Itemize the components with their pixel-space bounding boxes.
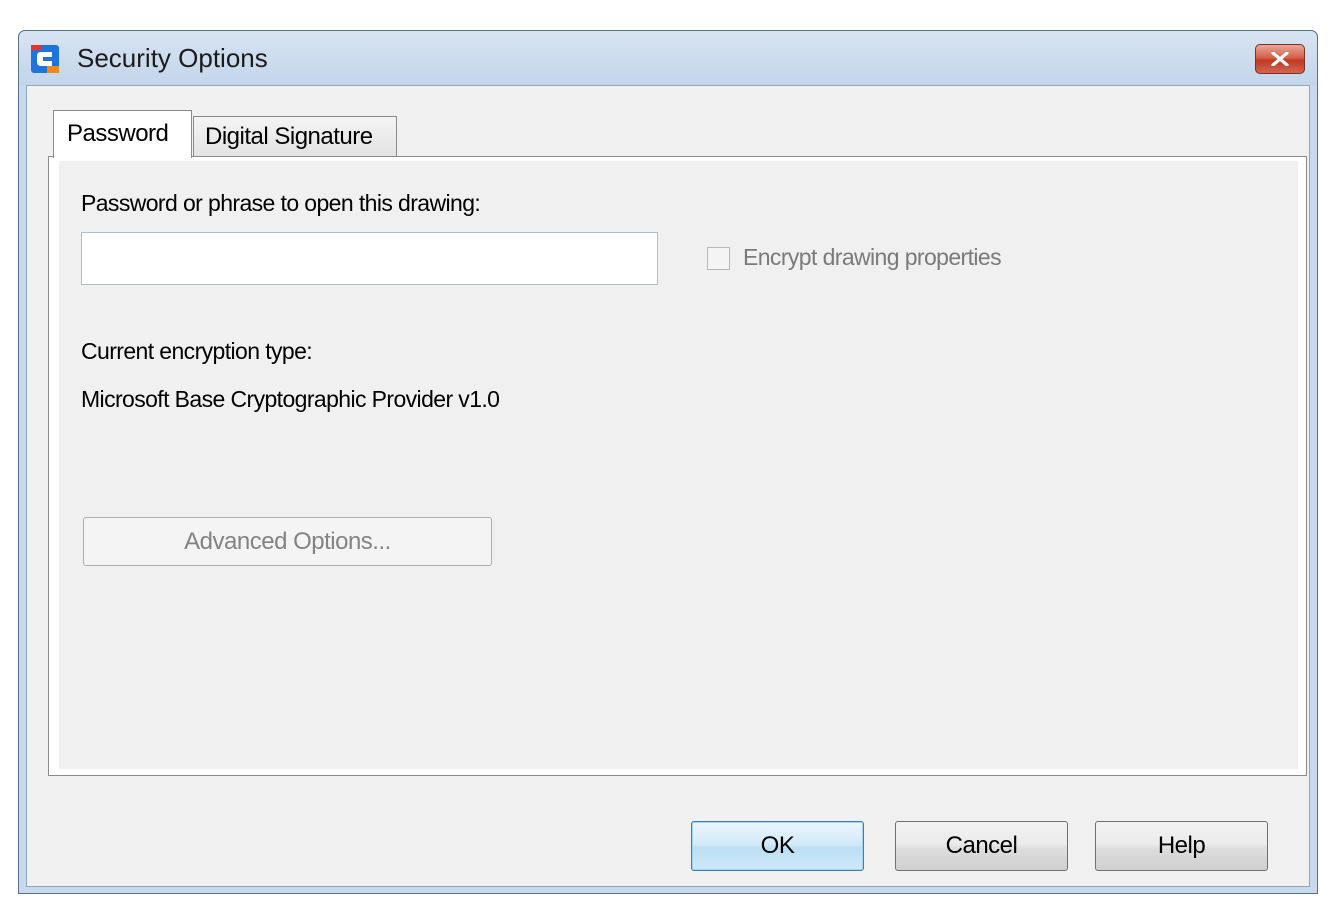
encrypt-properties-checkbox[interactable] xyxy=(707,247,730,270)
tab-password[interactable]: Password xyxy=(53,110,192,158)
tab-digital-signature[interactable]: Digital Signature xyxy=(193,116,397,156)
password-field-label: Password or phrase to open this drawing: xyxy=(81,190,481,216)
close-button[interactable] xyxy=(1255,44,1305,74)
cancel-button[interactable]: Cancel xyxy=(895,821,1068,871)
encrypt-properties-label[interactable]: Encrypt drawing properties xyxy=(743,244,1002,271)
ok-button[interactable]: OK xyxy=(691,821,864,871)
window-title: Security Options xyxy=(77,43,268,73)
help-button[interactable]: Help xyxy=(1095,821,1268,871)
app-logo-icon xyxy=(31,45,59,73)
security-options-dialog: Security Options Password Digital Signat… xyxy=(18,30,1318,894)
title-bar[interactable]: Security Options xyxy=(19,31,1317,85)
encryption-type-value: Microsoft Base Cryptographic Provider v1… xyxy=(81,386,500,412)
encryption-type-label: Current encryption type: xyxy=(81,338,313,364)
tab-password-label: Password xyxy=(67,120,169,147)
advanced-options-button[interactable]: Advanced Options... xyxy=(83,517,492,566)
dialog-client-area: Password Digital Signature Password or p… xyxy=(26,85,1310,887)
tab-digital-signature-label: Digital Signature xyxy=(205,123,373,150)
password-input[interactable] xyxy=(81,232,658,285)
